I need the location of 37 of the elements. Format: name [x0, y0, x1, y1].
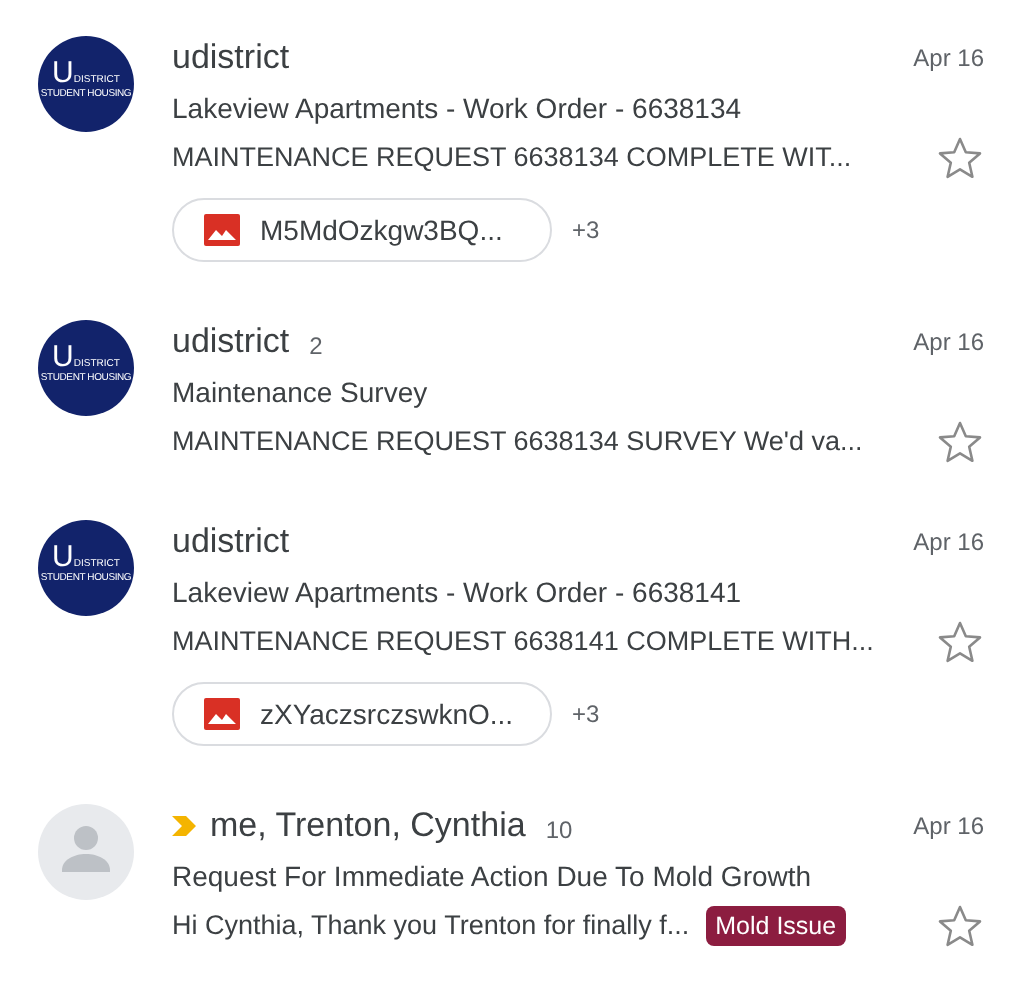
message-count: 10: [545, 814, 573, 848]
star-icon[interactable]: [936, 902, 984, 950]
message-count: 2: [309, 330, 323, 364]
email-date: Apr 16: [913, 326, 984, 360]
image-file-icon: [204, 698, 240, 730]
logo-letter: U: [52, 57, 74, 87]
more-attachments-count[interactable]: +3: [572, 696, 600, 732]
star-icon[interactable]: [936, 418, 984, 466]
sender-name: udistrict: [172, 520, 290, 564]
attachment-name: M5MdOzkgw3BQ...: [260, 211, 503, 250]
attachment-name: zXYaczsrczswknO...: [260, 695, 514, 733]
sender-name: udistrict: [172, 320, 290, 364]
logo-letter: U: [52, 541, 74, 571]
email-subject: Lakeview Apartments - Work Order - 6638141: [172, 574, 744, 610]
email-date: Apr 16: [913, 810, 984, 844]
more-attachments-count[interactable]: +3: [572, 212, 600, 248]
email-snippet: MAINTENANCE REQUEST 6638134 SURVEY We'd va...: [172, 423, 863, 460]
email-date: Apr 16: [913, 42, 984, 76]
image-file-icon: [204, 214, 240, 246]
sender-name: me, Trenton, Cynthia: [210, 804, 526, 848]
email-thread[interactable]: me, Trenton, Cynthia 10 Apr 16 Request For Immediate Action Due To Mold Growth Hi Cynthia, Thank you Trenton for finally f... Mold Issue: [0, 804, 1024, 1004]
email-snippet: MAINTENANCE REQUEST 6638134 COMPLETE WIT...: [172, 139, 852, 176]
person-avatar-icon: [38, 804, 134, 900]
email-date: Apr 16: [913, 526, 984, 560]
label-tag[interactable]: Mold Issue: [705, 905, 847, 947]
email-subject: Request For Immediate Action Due To Mold Growth: [172, 858, 814, 894]
logo-letter: U: [52, 341, 74, 371]
important-marker-icon[interactable]: [172, 816, 198, 836]
email-subject: Maintenance Survey: [172, 374, 430, 410]
email-snippet: Hi Cynthia, Thank you Trenton for finally f...: [172, 907, 690, 944]
sender-name: udistrict: [172, 36, 290, 80]
email-subject: Lakeview Apartments - Work Order - 6638134: [172, 90, 744, 126]
attachment-chip[interactable]: M5MdOzkgw3BQ...: [172, 198, 552, 262]
star-icon[interactable]: [936, 134, 984, 182]
email-snippet: MAINTENANCE REQUEST 6638141 COMPLETE WITH...: [172, 623, 874, 660]
star-icon[interactable]: [936, 618, 984, 666]
attachment-chip[interactable]: zXYaczsrczswknO...: [172, 682, 552, 746]
